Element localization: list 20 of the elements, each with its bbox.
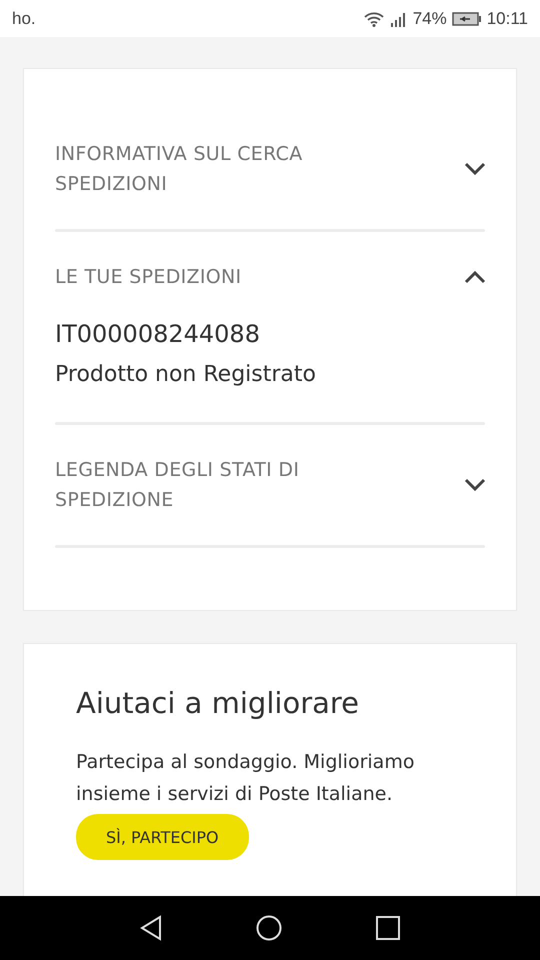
survey-text: Partecipa al sondaggio. Miglioriamo insieme i servizi di Poste Italiane. xyxy=(76,750,416,807)
battery-percent: 74% xyxy=(412,8,447,28)
survey-title: Aiutaci a migliorare xyxy=(76,686,360,720)
participate-button[interactable]: SÌ, PARTECIPO xyxy=(76,814,249,860)
home-icon[interactable] xyxy=(256,915,282,941)
tracking-code: IT000008244088 xyxy=(55,320,261,348)
accordion-title[interactable]: INFORMATIVA SUL CERCA SPEDIZIONI xyxy=(55,139,375,199)
back-icon[interactable] xyxy=(140,915,162,941)
shipment-status: Prodotto non Registrato xyxy=(55,362,317,387)
status-text: ho. xyxy=(12,8,36,28)
battery-icon xyxy=(452,12,482,26)
chevron-down-icon[interactable] xyxy=(464,162,486,176)
chevron-down-icon[interactable] xyxy=(464,478,486,492)
accordion-title[interactable]: LEGENDA DEGLI STATI DI SPEDIZIONE xyxy=(55,455,375,515)
signal-icon xyxy=(390,10,408,26)
chevron-up-icon[interactable] xyxy=(464,270,486,284)
accordion-title[interactable]: LE TUE SPEDIZIONI xyxy=(55,262,242,292)
recents-icon[interactable] xyxy=(376,916,400,940)
wifi-icon xyxy=(362,10,385,26)
clock: 10:11 xyxy=(486,8,528,28)
